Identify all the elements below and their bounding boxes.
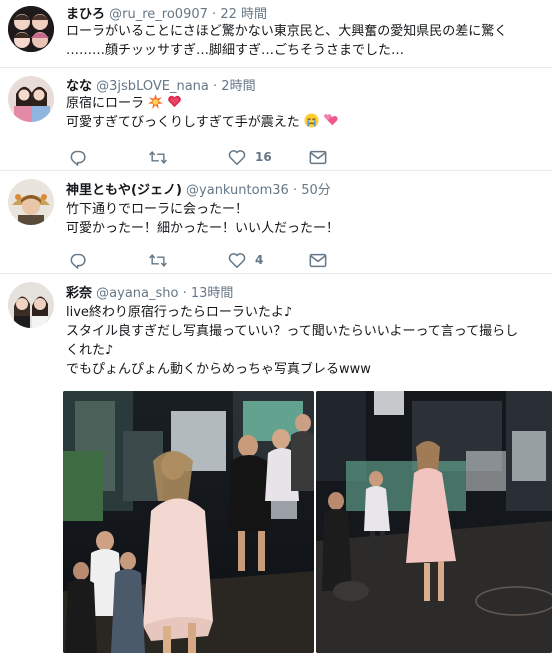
avatar[interactable] <box>8 6 54 52</box>
tweet-2: なな @3jsbLOVE_nana · 2時間 原宿にローラ 可愛すぎてびっくり… <box>0 68 552 168</box>
separator-dot: · <box>213 79 218 94</box>
reply-icon <box>70 150 86 166</box>
crying-emoji <box>304 113 319 128</box>
retweet-button[interactable] <box>148 250 168 270</box>
heart-emoji <box>168 95 182 108</box>
tweet-4: 彩奈 @ayana_sho · 13時間 live終わり原宿行ったらローラいたよ… <box>0 274 552 655</box>
like-icon <box>228 149 246 165</box>
tweet-text-line: 竹下通りでローラに会ったー！ <box>66 202 249 217</box>
reply-icon <box>70 253 86 269</box>
tweet-text-line: 可愛すぎてびっくりしすぎて手が震えた <box>66 113 338 132</box>
tweet-text-line: スタイル良すぎだし写真撮っていい？って聞いたらいいよーって言って撮らし <box>66 324 519 339</box>
tweet-header: 神里ともや(ジェノ) @yankuntom36 · 50分 <box>66 179 331 198</box>
direct-message-button[interactable] <box>309 147 327 167</box>
tweet-text-line: くれた♪ <box>66 343 114 358</box>
retweet-button[interactable] <box>148 147 168 167</box>
username[interactable]: @3jsbLOVE_nana <box>96 79 209 94</box>
separator-dot: · <box>212 7 217 22</box>
direct-message-button[interactable] <box>309 250 327 270</box>
like-button[interactable]: 16 <box>228 147 272 167</box>
reply-button[interactable] <box>70 147 87 167</box>
display-name[interactable]: まひろ <box>66 7 105 22</box>
like-button[interactable]: 4 <box>228 250 263 270</box>
like-count: 16 <box>255 150 272 164</box>
tweet-header: なな @3jsbLOVE_nana · 2時間 <box>66 75 256 94</box>
timestamp[interactable]: 50分 <box>301 183 331 198</box>
tweet-text-line: live終わり原宿行ったらローラいたよ♪ <box>66 305 293 320</box>
retweet-icon <box>149 253 167 267</box>
username[interactable]: @ru_re_ro0907 <box>109 7 208 22</box>
username[interactable]: @ayana_sho <box>96 286 178 301</box>
tweet-text-line: ローラがいることにさほど驚かない東京民と、大興奮の愛知県民の差に驚く <box>66 24 508 39</box>
tweet-header: まひろ @ru_re_ro0907 · 22 時間 <box>66 3 267 22</box>
tweet-text: 原宿にローラ <box>66 96 145 111</box>
tweet-photo-1[interactable] <box>63 391 314 653</box>
tweet-text-line: ………顔チッッサすぎ…脚細すぎ…ごちそうさまでした… <box>66 43 405 58</box>
tweet-actions: 4 <box>66 250 356 270</box>
hearts-emoji <box>324 114 338 126</box>
display-name[interactable]: 神里ともや(ジェノ) <box>66 183 182 198</box>
tweet-3: 神里ともや(ジェノ) @yankuntom36 · 50分 竹下通りでローラに会… <box>0 171 552 271</box>
timestamp[interactable]: 22 時間 <box>220 7 267 22</box>
username[interactable]: @yankuntom36 <box>186 183 289 198</box>
tweet-text-line: でもぴょんぴょん動くからめっちゃ写真ブレるwww <box>66 362 371 377</box>
avatar[interactable] <box>8 179 54 225</box>
explosion-emoji <box>148 94 164 109</box>
tweet-photo-2[interactable] <box>316 391 552 653</box>
like-icon <box>228 252 246 268</box>
reply-button[interactable] <box>70 250 87 270</box>
tweet-text-line: 可愛かったー！細かったー！いい人だったー！ <box>66 221 340 236</box>
separator-dot: · <box>292 183 298 198</box>
tweet-actions: 16 <box>66 147 356 167</box>
message-icon <box>309 253 327 267</box>
tweet-text: 可愛すぎてびっくりしすぎて手が震えた <box>66 115 300 130</box>
tweet-text-line: 原宿にローラ <box>66 94 182 113</box>
separator-dot: · <box>182 286 187 301</box>
display-name[interactable]: なな <box>66 79 92 94</box>
timestamp[interactable]: 2時間 <box>221 79 255 94</box>
tweet-header: 彩奈 @ayana_sho · 13時間 <box>66 282 233 301</box>
display-name[interactable]: 彩奈 <box>66 286 92 301</box>
message-icon <box>309 150 327 164</box>
tweet-1: まひろ @ru_re_ro0907 · 22 時間 ローラがいることにさほど驚か… <box>0 0 552 66</box>
like-count: 4 <box>255 253 264 267</box>
retweet-icon <box>149 150 167 164</box>
avatar[interactable] <box>8 76 54 122</box>
avatar[interactable] <box>8 282 54 328</box>
timestamp[interactable]: 13時間 <box>191 286 234 301</box>
